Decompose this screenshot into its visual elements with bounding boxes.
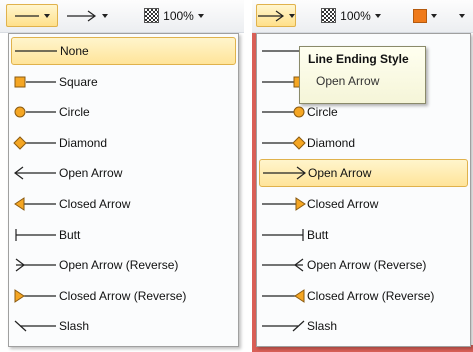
- chevron-down-icon: [44, 13, 50, 18]
- menu-item-label: Closed Arrow: [307, 197, 379, 211]
- opacity-value: 100%: [340, 8, 371, 23]
- line-open-arrow-icon: [260, 163, 308, 183]
- menu-item-label: Closed Arrow (Reverse): [307, 288, 435, 303]
- line-butt-icon: [259, 225, 307, 245]
- line-closed-arrow-icon: [11, 194, 59, 214]
- menu-item[interactable]: Closed Arrow: [259, 190, 468, 218]
- toolbar: 100%: [252, 0, 473, 33]
- line-open-arrow-reverse-icon: [259, 255, 307, 275]
- line-slash-icon: [259, 316, 307, 336]
- line-circle-icon: [11, 102, 59, 122]
- menu-item[interactable]: Butt: [11, 221, 236, 249]
- tooltip: Line Ending Style Open Arrow: [299, 46, 426, 104]
- line-ending-menu: None Square Circle Diamond Open Arrow Closed …: [8, 33, 239, 347]
- line-diamond-icon: [11, 133, 59, 153]
- menu-item[interactable]: Closed Arrow: [11, 190, 236, 218]
- menu-item-label: Butt: [307, 227, 329, 242]
- line-closed-arrow-icon: [259, 194, 307, 214]
- menu-item[interactable]: Slash: [11, 312, 236, 340]
- chevron-down-icon: [374, 13, 381, 18]
- menu-item-label: Square: [59, 74, 98, 89]
- transparency-icon: [321, 8, 337, 23]
- chevron-down-icon: [197, 13, 204, 18]
- line-circle-icon: [259, 102, 307, 122]
- line-ending-dropdown[interactable]: [62, 4, 112, 27]
- line-closed-arrow-reverse-icon: [259, 286, 307, 306]
- menu-item[interactable]: Open Arrow: [11, 159, 236, 187]
- menu-item-label: Open Arrow (Reverse): [59, 258, 179, 273]
- menu-item[interactable]: Circle: [11, 98, 236, 126]
- menu-item-label: Butt: [59, 227, 81, 242]
- tooltip-title: Line Ending Style: [308, 52, 409, 66]
- line-open-arrow-icon: [11, 163, 59, 183]
- menu-item-label: Open Arrow: [59, 166, 123, 181]
- menu-item[interactable]: None: [11, 37, 236, 65]
- line-style-dropdown[interactable]: [6, 4, 58, 27]
- line-diamond-icon: [259, 133, 307, 153]
- line-none-icon: [12, 41, 60, 61]
- transparency-icon: [144, 8, 160, 23]
- menu-item-label: Slash: [307, 319, 338, 334]
- arrow-right-icon: [258, 10, 285, 21]
- menu-item-label: Slash: [59, 319, 90, 334]
- line-open-arrow-reverse-icon: [11, 255, 59, 275]
- chevron-down-icon: [102, 13, 108, 18]
- menu-item-label: Closed Arrow: [59, 197, 131, 211]
- menu-item[interactable]: Diamond: [259, 129, 468, 157]
- line-ending-dropdown[interactable]: [256, 4, 296, 27]
- tooltip-body: Open Arrow: [316, 74, 380, 88]
- menu-item[interactable]: Closed Arrow (Reverse): [11, 282, 236, 310]
- menu-item-label: Open Arrow (Reverse): [307, 258, 427, 273]
- opacity-value: 100%: [163, 8, 194, 23]
- opacity-dropdown[interactable]: 100%: [132, 4, 216, 27]
- menu-item-label: None: [60, 44, 89, 58]
- menu-item[interactable]: Open Arrow (Reverse): [11, 251, 236, 279]
- opacity-dropdown[interactable]: 100%: [310, 4, 392, 27]
- line-slash-icon: [11, 316, 59, 336]
- menu-item-label: Diamond: [59, 135, 108, 150]
- right-panel: 100% NoneSquareCircleDiamondOpen ArrowCl…: [252, 0, 473, 352]
- more-dropdown[interactable]: [450, 4, 470, 27]
- chevron-down-icon: [459, 13, 465, 18]
- line-square-icon: [11, 72, 59, 92]
- menu-item[interactable]: Butt: [259, 221, 468, 249]
- line-butt-icon: [11, 225, 59, 245]
- arrow-right-icon: [67, 10, 97, 21]
- menu-item-label: Circle: [59, 105, 90, 120]
- menu-item[interactable]: Square: [11, 68, 236, 96]
- chevron-down-icon: [289, 13, 295, 18]
- fill-color-dropdown[interactable]: [404, 4, 446, 27]
- menu-item[interactable]: Slash: [259, 312, 468, 340]
- line-icon: [15, 14, 39, 17]
- menu-item[interactable]: Diamond: [11, 129, 236, 157]
- menu-item-label: Circle: [307, 105, 338, 120]
- chevron-down-icon: [431, 13, 437, 18]
- line-closed-arrow-reverse-icon: [11, 286, 59, 306]
- menu-item[interactable]: Open Arrow: [259, 159, 468, 188]
- menu-item-label: Closed Arrow (Reverse): [59, 288, 187, 303]
- menu-item-label: Open Arrow: [308, 166, 372, 181]
- menu-item-label: Diamond: [307, 135, 356, 150]
- menu-item[interactable]: Open Arrow (Reverse): [259, 251, 468, 279]
- toolbar: 100%: [0, 0, 244, 33]
- left-panel: 100% None Square Circle Diamond Open Arrow Cl…: [0, 0, 244, 352]
- menu-item[interactable]: Closed Arrow (Reverse): [259, 282, 468, 310]
- fill-color-icon: [413, 8, 427, 23]
